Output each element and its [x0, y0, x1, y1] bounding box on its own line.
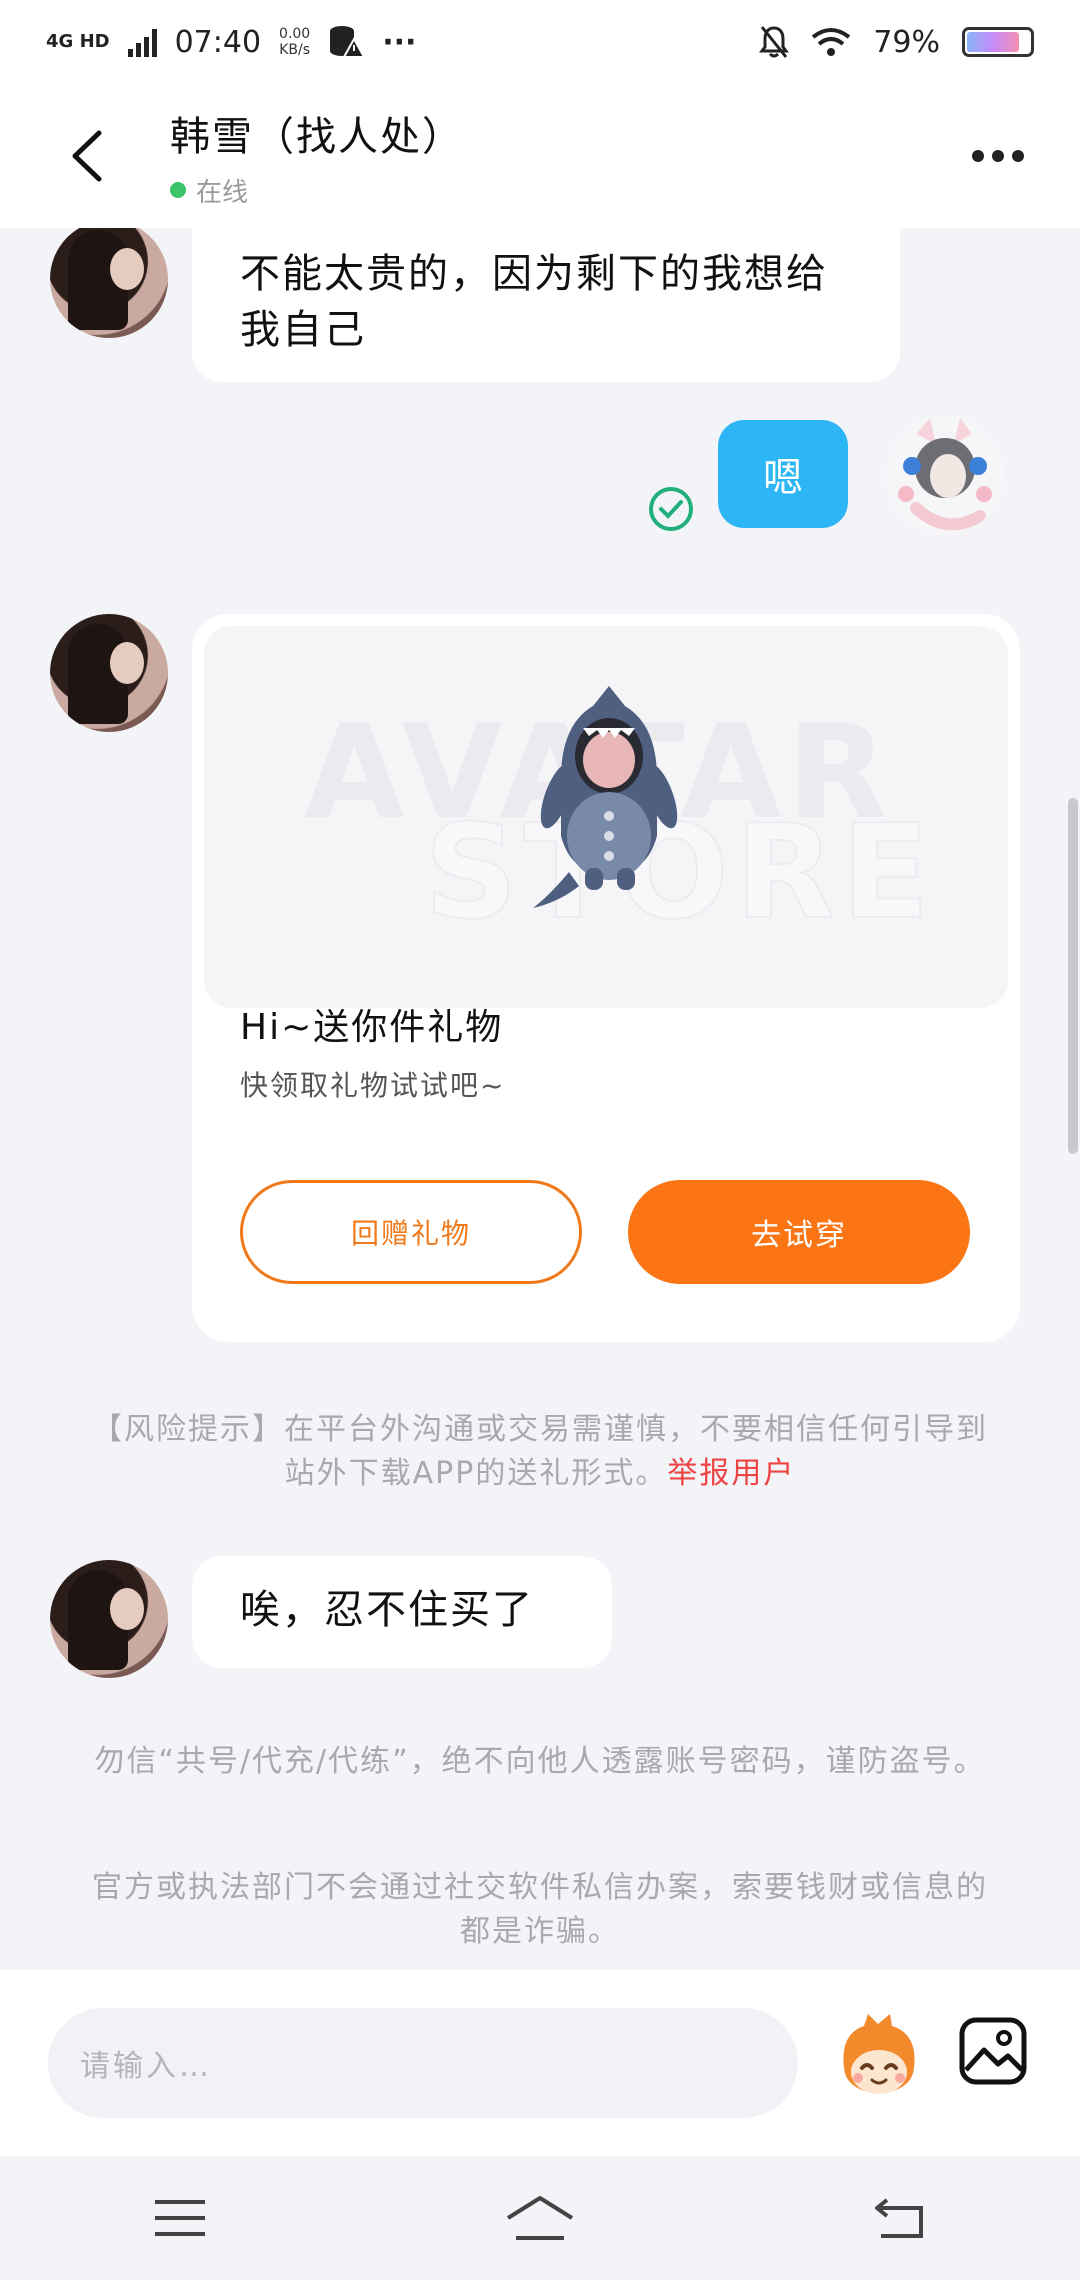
message-text: 唉，忍不住买了: [240, 1587, 534, 1633]
nav-back-button[interactable]: [850, 2178, 950, 2258]
message-bubble-outgoing[interactable]: 嗯: [718, 420, 848, 528]
image-icon: [959, 2017, 1027, 2085]
database-warning-icon: [330, 26, 365, 58]
read-check-icon: [649, 487, 693, 531]
risk-notice-text: 【风险提示】在平台外沟通或交易需谨慎，不要相信任何引导到站外下载APP的送礼形式…: [92, 1412, 988, 1491]
home-icon: [506, 2196, 574, 2240]
battery-percent: 79%: [873, 24, 940, 60]
online-status: 在线: [170, 172, 464, 209]
more-notifications-icon: ···: [382, 24, 417, 60]
online-dot-icon: [170, 182, 186, 198]
clock: 07:40: [174, 24, 262, 60]
contact-avatar[interactable]: [50, 614, 168, 732]
chat-messages[interactable]: 不能太贵的，因为剩下的我想给我自己 嗯 AVATAR STORE: [0, 228, 1080, 1970]
back-button[interactable]: [46, 116, 126, 196]
nav-home-button[interactable]: [490, 2178, 590, 2258]
shark-costume-image: [533, 686, 678, 908]
battery-icon: [962, 27, 1034, 57]
message-input[interactable]: 请输入…: [48, 2008, 798, 2118]
wifi-icon: [812, 28, 851, 56]
gift-banner: AVATAR STORE: [204, 626, 1008, 1008]
menu-icon: [155, 2200, 205, 2236]
account-warning-notice: 勿信“共号/代充/代练”，绝不向他人透露账号密码，谨防盗号。: [94, 1744, 986, 1779]
message-text: 不能太贵的，因为剩下的我想给我自己: [240, 251, 828, 353]
gift-subtitle: 快领取礼物试试吧~: [240, 1069, 506, 1102]
gift-title: Hi~送你件礼物: [240, 1007, 504, 1048]
chat-title: 韩雪（找人处）: [170, 113, 464, 160]
dot-icon: [1012, 150, 1024, 162]
anime-avatar-icon: [898, 418, 992, 531]
nav-menu-button[interactable]: [130, 2178, 230, 2258]
image-button[interactable]: [958, 2016, 1028, 2086]
my-avatar[interactable]: [886, 416, 1004, 534]
contact-avatar[interactable]: [50, 1560, 168, 1678]
message-bubble[interactable]: 不能太贵的，因为剩下的我想给我自己: [192, 228, 900, 382]
online-status-label: 在线: [196, 177, 249, 208]
dot-icon: [972, 150, 984, 162]
message-text: 嗯: [763, 455, 803, 501]
chat-header: 韩雪（找人处） 在线: [0, 84, 1080, 228]
emoji-mascot-icon: [843, 2014, 915, 2094]
contact-avatar[interactable]: [50, 228, 168, 338]
scrollbar[interactable]: [1068, 798, 1078, 1154]
risk-notice: 【风险提示】在平台外沟通或交易需谨慎，不要相信任何引导到站外下载APP的送礼形式…: [90, 1408, 990, 1496]
net-speed: 0.00 KB/s: [279, 26, 311, 58]
message-bubble[interactable]: 唉，忍不住买了: [192, 1556, 612, 1668]
input-bar: 请输入…: [0, 1970, 1080, 2156]
mute-bell-icon: [759, 26, 790, 58]
system-nav-bar: [0, 2156, 1080, 2280]
back-arrow-icon: [875, 2198, 923, 2238]
try-on-button[interactable]: 去试穿: [628, 1180, 970, 1284]
chevron-left-icon: [72, 130, 102, 182]
network-indicator: 4G HD: [46, 31, 110, 52]
fraud-warning-notice: 官方或执法部门不会通过社交软件私信办案，索要钱财或信息的都是诈骗。: [92, 1870, 988, 1949]
return-gift-button[interactable]: 回赠礼物: [240, 1180, 582, 1284]
status-bar: 4G HD 07:40 0.00 KB/s ··· 79%: [0, 0, 1080, 84]
input-placeholder: 请输入…: [80, 2049, 212, 2084]
gift-card[interactable]: AVATAR STORE Hi~送你件礼物 快领取礼物试试吧~ 回赠礼物 去试穿: [192, 614, 1020, 1342]
dot-icon: [992, 150, 1004, 162]
report-user-link[interactable]: 举报用户: [667, 1456, 795, 1491]
emoji-button[interactable]: [834, 2010, 924, 2114]
more-options-button[interactable]: [972, 150, 1024, 162]
signal-icon: [127, 27, 157, 57]
